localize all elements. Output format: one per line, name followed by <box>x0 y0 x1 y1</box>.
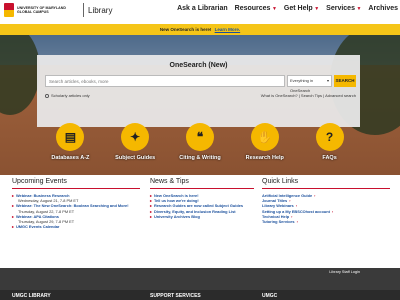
umgc-logo-mark-icon <box>4 3 14 17</box>
nav-archives[interactable]: Archives <box>368 5 398 12</box>
logo-text: UNIVERSITY OF MARYLAND GLOBAL CAMPUS <box>17 5 66 14</box>
bullet-icon: ▸ <box>12 224 14 230</box>
quick-link[interactable]: Tutoring Services › <box>262 219 390 224</box>
umgc-logo[interactable]: UNIVERSITY OF MARYLAND GLOBAL CAMPUS Lib… <box>4 3 112 17</box>
nav-label: Ask a Librarian <box>177 5 228 12</box>
news-text: University Archives Blog <box>153 213 200 219</box>
tile-subject-guides[interactable]: ✦ Subject Guides <box>103 123 168 161</box>
upcoming-events-column: Upcoming Events ▸ Webinar: Business Resea… <box>12 178 140 229</box>
onesearch-panel: OneSearch (New) Everything in OneSearch … <box>37 55 360 127</box>
footer-umgc[interactable]: UMGC <box>262 293 277 299</box>
tile-label: Research Help <box>245 155 284 161</box>
scholarly-label: Scholarly articles only <box>51 93 90 98</box>
quick-link-text: Tutoring Services <box>262 219 295 225</box>
tile-label: Subject Guides <box>115 155 156 161</box>
news-tips-column: News & Tips ▸ New OneSearch is here! ▸ Tel… <box>150 178 254 219</box>
bullet-icon: ▸ <box>12 193 14 198</box>
tile-research-help[interactable]: ✋ Research Help <box>232 123 297 161</box>
banner-learn-more-link[interactable]: Learn More. <box>215 27 241 32</box>
tile-label: Databases A-Z <box>51 155 90 161</box>
tile-citing-writing[interactable]: ❝ Citing & Writing <box>168 123 233 161</box>
quick-links-column: Quick Links Artificial Intelligence Guid… <box>262 178 390 224</box>
footer-columns: UMGC LIBRARY SUPPORT SERVICES UMGC <box>0 290 400 300</box>
chevron-down-icon: ▼ <box>356 5 362 12</box>
logo-library-label: Library <box>88 5 113 15</box>
radio-icon[interactable] <box>45 93 49 98</box>
chevron-right-icon: › <box>314 193 316 198</box>
search-help-links[interactable]: What is OneSearch? | Search Tips | Advan… <box>261 93 356 98</box>
news-tips-heading: News & Tips <box>150 178 254 189</box>
chevron-down-icon: ▼ <box>314 5 320 12</box>
announcement-banner: New OneSearch is here! Learn More. <box>0 24 400 35</box>
hero-section: OneSearch (New) Everything in OneSearch … <box>0 35 400 175</box>
footer-support-services[interactable]: SUPPORT SERVICES <box>150 293 201 299</box>
quick-tiles: ▤ Databases A-Z ✦ Subject Guides ❝ Citin… <box>0 123 400 161</box>
nav-get-help[interactable]: Get Help ▼ <box>284 5 319 12</box>
site-header: UNIVERSITY OF MARYLAND GLOBAL CAMPUS Lib… <box>0 0 400 22</box>
bullet-icon: ▸ <box>12 203 14 209</box>
tile-label: FAQs <box>322 155 337 161</box>
staff-login-link[interactable]: Library Staff Login <box>329 270 360 274</box>
chevron-right-icon: › <box>296 219 298 225</box>
search-scope-select[interactable]: Everything in OneSearch ▾ <box>287 75 332 93</box>
nav-label: Resources <box>234 5 271 12</box>
tile-faqs[interactable]: ? FAQs <box>297 123 362 161</box>
site-footer: Library Staff Login UMGC LIBRARY SUPPORT… <box>0 268 400 300</box>
main-nav: Ask a Librarian Resources ▼ Get Help ▼ Ser… <box>170 5 398 12</box>
banner-text: New OneSearch is here! <box>159 27 212 32</box>
chevron-down-icon: ▾ <box>326 78 329 83</box>
event-link[interactable]: ▸ UMGC Events Calendar <box>12 224 140 229</box>
nav-resources[interactable]: Resources ▼ <box>235 5 277 12</box>
search-scope-value: Everything in OneSearch <box>290 78 314 93</box>
compass-icon: ✦ <box>121 123 150 151</box>
footer-umgc-library[interactable]: UMGC LIBRARY <box>12 293 51 299</box>
tile-databases[interactable]: ▤ Databases A-Z <box>38 123 103 161</box>
database-icon: ▤ <box>56 123 85 151</box>
chevron-down-icon: ▼ <box>271 5 277 12</box>
chevron-right-icon: › <box>331 208 334 214</box>
nav-label: Get Help <box>283 5 313 12</box>
search-title: OneSearch (New) <box>169 62 228 69</box>
nav-label: Services <box>326 5 355 12</box>
info-columns: Upcoming Events ▸ Webinar: Business Resea… <box>0 178 400 270</box>
nav-ask-a-librarian[interactable]: Ask a Librarian <box>177 5 228 12</box>
bullet-icon: ▸ <box>150 213 152 219</box>
scholarly-only-option[interactable]: Scholarly articles only <box>45 93 90 98</box>
upcoming-events-heading: Upcoming Events <box>12 178 140 189</box>
search-button[interactable]: SEARCH <box>334 75 356 87</box>
tile-label: Citing & Writing <box>179 155 221 161</box>
search-input[interactable] <box>45 75 285 87</box>
question-icon: ? <box>315 123 344 151</box>
quote-icon: ❝ <box>185 123 214 151</box>
nav-label: Archives <box>368 5 398 12</box>
event-text: UMGC Events Calendar <box>15 224 60 230</box>
logo-divider <box>83 3 84 17</box>
quick-links-heading: Quick Links <box>262 178 390 189</box>
handshake-icon: ✋ <box>250 123 279 151</box>
nav-services[interactable]: Services ▼ <box>326 5 361 12</box>
bullet-icon: ▸ <box>12 213 14 219</box>
news-link[interactable]: ▸ University Archives Blog <box>150 214 254 219</box>
